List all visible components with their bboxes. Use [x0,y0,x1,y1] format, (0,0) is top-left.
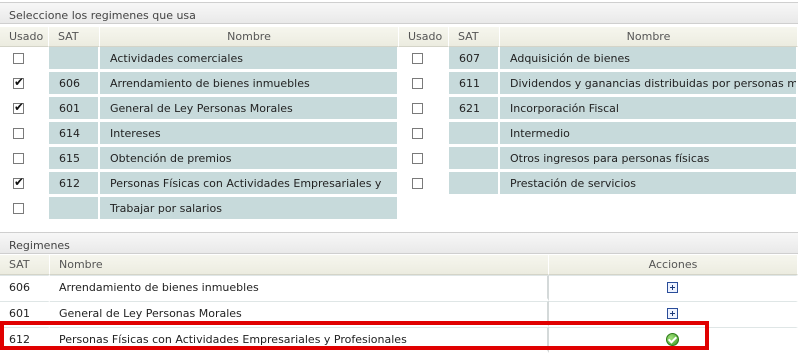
table-row: Actividades comerciales 607 Adquisición de… [0,47,798,72]
sat-code: 612 [49,172,100,197]
sat-code: 614 [49,122,100,147]
table-row: 615 Obtención de premios Otros ingresos pa… [0,147,798,172]
sat-code: 606 [0,275,50,301]
table-row: 614 Intereses Intermedio [0,122,798,147]
sat-code [449,122,500,147]
col-header-sat[interactable]: SAT [0,255,50,275]
sat-code: 607 [449,47,500,72]
section-title: Regimenes [9,239,70,252]
sat-code: 611 [449,72,500,97]
regimen-checkbox[interactable] [412,153,423,164]
usado-cell: ✔ [0,97,49,122]
sat-code [449,147,500,172]
col-header-nombre[interactable]: Nombre [50,255,549,275]
regimen-checkbox[interactable] [13,128,24,139]
header-row: SAT Nombre Acciones [0,255,798,275]
sat-code [49,197,100,222]
usado-cell [399,172,449,197]
regimen-checkbox[interactable]: ✔ [13,175,25,189]
col-header-nombre[interactable]: Nombre [500,27,798,47]
header-row: Usado SAT Nombre Usado SAT Nombre [0,27,798,47]
sat-code [449,172,500,197]
usado-cell [0,197,49,222]
usado-cell: ✔ [0,72,49,97]
regimen-row: 601 General de Ley Personas Morales [0,301,798,327]
regimen-name: Obtención de premios [100,147,399,172]
regimen-name: Trabajar por salarios [100,197,399,222]
regimen-checkbox[interactable] [13,153,24,164]
regimen-checkbox[interactable] [412,53,423,64]
regimen-select-table: Usado SAT Nombre Usado SAT Nombre Activi… [0,27,798,222]
acciones-cell [549,275,798,301]
table-row: ✔ 601 General de Ley Personas Morales 621 In… [0,97,798,122]
usado-cell [0,47,49,72]
regimen-checkbox[interactable] [412,78,423,89]
plus-icon[interactable] [667,282,678,293]
acciones-cell [549,301,798,327]
regimen-name: General de Ley Personas Morales [100,97,399,122]
regimen-name: Prestación de servicios [500,172,798,197]
regimen-name: Incorporación Fiscal [500,97,798,122]
regimenes-table-body: 606 Arrendamiento de bienes inmuebles 601 G… [0,275,798,353]
regimen-name: Adquisición de bienes [500,47,798,72]
usado-cell [0,147,49,172]
col-header-usado[interactable]: Usado [0,27,49,47]
table-row: ✔ 612 Personas Físicas con Actividades Emp… [0,172,798,197]
regimen-name: General de Ley Personas Morales [50,301,549,327]
usado-cell [399,97,449,122]
check-icon[interactable] [666,332,679,346]
checkmark-icon: ✔ [14,75,25,89]
regimen-name: Arrendamiento de bienes inmuebles [50,275,549,301]
regimen-checkbox[interactable] [412,128,423,139]
checkmark-icon: ✔ [14,175,25,189]
regimen-checkbox[interactable]: ✔ [13,75,25,89]
col-header-nombre[interactable]: Nombre [100,27,399,47]
section-title: Seleccione los regimenes que usa [9,9,196,22]
regimen-checkbox[interactable] [13,203,24,214]
sat-code: 606 [49,72,100,97]
sat-code: 621 [449,97,500,122]
col-header-usado[interactable]: Usado [399,27,449,47]
sat-code: 601 [0,301,50,327]
table-row: Trabajar por salarios [0,197,798,222]
regimen-row: 606 Arrendamiento de bienes inmuebles [0,275,798,301]
sat-code: 612 [0,327,50,353]
select-table-body: Actividades comerciales 607 Adquisición de… [0,47,798,222]
regimen-name: Actividades comerciales [100,47,399,72]
section-header-regimenes: Regimenes [0,232,798,254]
sat-code: 601 [49,97,100,122]
regimen-name: Intermedio [500,122,798,147]
plus-icon[interactable] [667,308,678,319]
usado-cell [0,122,49,147]
regimen-row: 612 Personas Físicas con Actividades Empr… [0,327,798,353]
col-header-sat[interactable]: SAT [49,27,100,47]
section-header-select: Seleccione los regimenes que usa [0,2,798,24]
empty-cell [399,197,798,222]
usado-cell [399,147,449,172]
table-row: ✔ 606 Arrendamiento de bienes inmuebles 611… [0,72,798,97]
col-header-sat[interactable]: SAT [449,27,500,47]
regimen-checkbox[interactable]: ✔ [13,100,25,114]
regimen-name: Personas Físicas con Actividades Empresa… [100,172,399,197]
usado-cell [399,47,449,72]
regimen-name: Intereses [100,122,399,147]
regimen-checkbox[interactable] [412,103,423,114]
regimenes-table: SAT Nombre Acciones 606 Arrendamiento de … [0,255,798,353]
regimen-checkbox[interactable] [13,53,24,64]
usado-cell: ✔ [0,172,49,197]
regimen-name: Arrendamiento de bienes inmuebles [100,72,399,97]
sat-code: 615 [49,147,100,172]
regimen-name: Personas Físicas con Actividades Empresa… [50,327,549,353]
usado-cell [399,72,449,97]
checkmark-icon: ✔ [14,100,25,114]
sat-code [49,47,100,72]
acciones-cell [549,327,798,353]
regimen-name: Dividendos y ganancias distribuidas por … [500,72,798,97]
col-header-acciones[interactable]: Acciones [549,255,798,275]
usado-cell [399,122,449,147]
regimen-name: Otros ingresos para personas físicas [500,147,798,172]
regimen-checkbox[interactable] [412,178,423,189]
